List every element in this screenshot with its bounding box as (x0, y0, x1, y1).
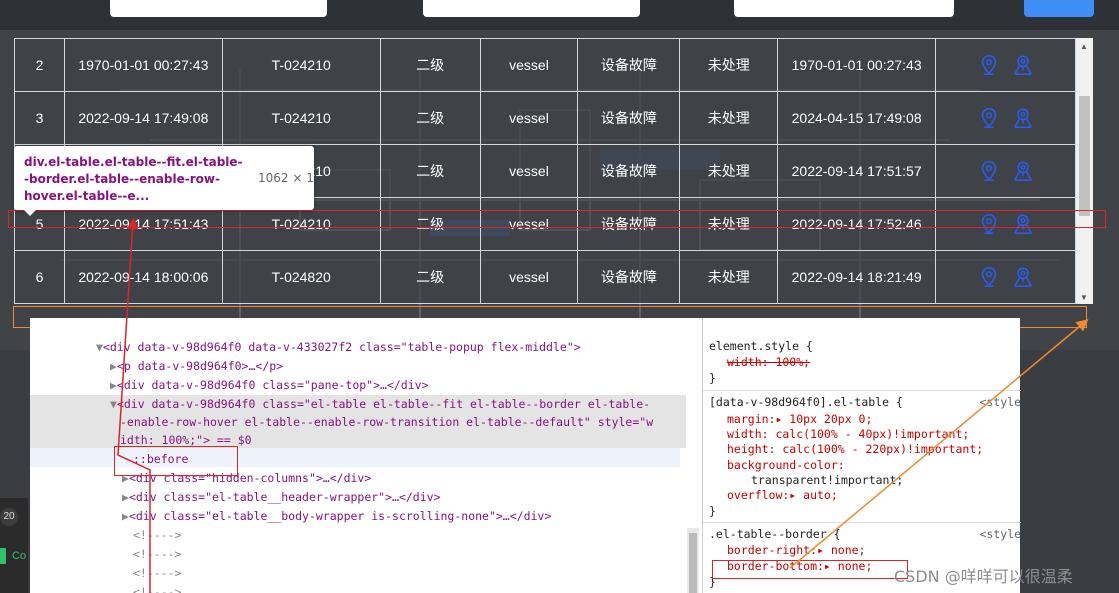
orange-arrow (789, 319, 1089, 569)
annotation-arrows (117, 217, 1089, 593)
red-arrow (117, 217, 151, 593)
watermark: CSDN @咩咩可以很温柔 (894, 567, 1073, 586)
